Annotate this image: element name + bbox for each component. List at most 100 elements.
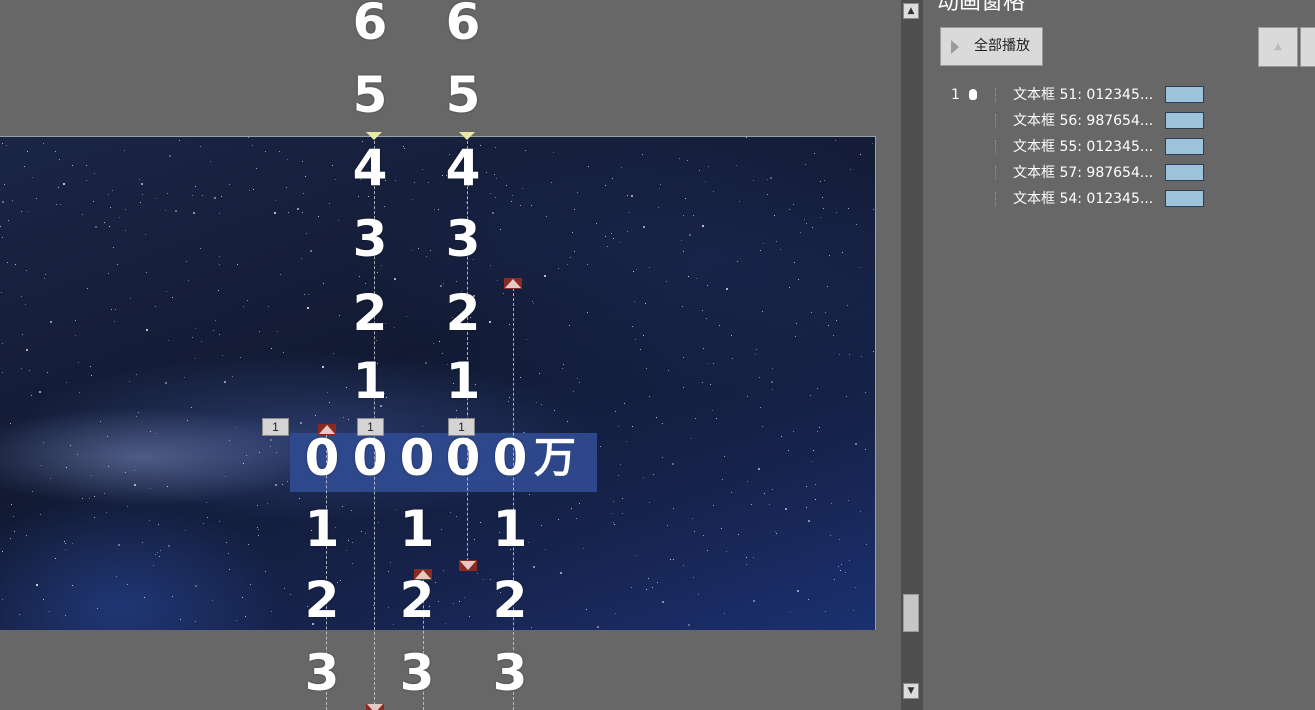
star-dot — [140, 202, 141, 203]
star-dot — [702, 382, 703, 383]
star-dot — [388, 607, 389, 608]
star-dot — [793, 204, 794, 205]
animation-label: 文本框 54: 012345... — [1013, 191, 1154, 207]
star-dot — [657, 582, 658, 583]
star-dot — [49, 611, 50, 612]
star-dot — [192, 195, 193, 196]
star-dot — [150, 431, 151, 432]
star-dot — [636, 555, 637, 556]
slide-editing-canvas[interactable]: 6 5 4 3 2 1 6 5 4 3 2 1 0 0 0 0 0 万 1 2 … — [0, 0, 901, 710]
star-dot — [546, 216, 547, 217]
animation-list-item[interactable]: 文本框 54: 012345... — [923, 187, 1315, 211]
star-dot — [78, 362, 79, 363]
digit: 6 — [352, 0, 388, 51]
star-dot — [873, 351, 874, 352]
star-dot — [332, 165, 333, 166]
play-all-button[interactable]: 全部播放 — [940, 27, 1043, 66]
star-dot — [828, 325, 829, 326]
scroll-up-arrow-icon[interactable]: ▲ — [903, 3, 919, 19]
star-dot — [395, 180, 396, 181]
star-dot — [849, 560, 850, 561]
star-dot — [683, 387, 684, 388]
star-dot — [252, 145, 253, 146]
star-dot — [453, 603, 454, 604]
star-dot — [195, 186, 196, 187]
animation-index: 1 — [951, 87, 960, 103]
star-dot — [708, 166, 709, 167]
star-dot — [763, 243, 764, 244]
star-dot — [770, 177, 772, 179]
star-dot — [155, 433, 156, 434]
star-dot — [130, 298, 131, 299]
star-dot — [158, 524, 159, 525]
star-dot — [109, 226, 110, 227]
star-dot — [430, 250, 431, 251]
animation-order-tag[interactable]: 1 — [262, 418, 289, 436]
star-dot — [539, 373, 540, 374]
star-dot — [759, 377, 760, 378]
timeline-bar[interactable] — [1165, 112, 1204, 129]
move-up-button[interactable]: ▲ — [1258, 27, 1298, 67]
animation-order-tag[interactable]: 1 — [357, 418, 384, 436]
star-dot — [104, 222, 105, 223]
motion-path-end-yellow-icon[interactable] — [459, 132, 475, 140]
timeline-bar[interactable] — [1165, 190, 1204, 207]
star-dot — [406, 316, 407, 317]
star-dot — [577, 192, 578, 193]
star-dot — [108, 466, 109, 467]
scroll-down-arrow-icon[interactable]: ▼ — [903, 683, 919, 699]
star-dot — [698, 594, 699, 595]
animation-list-item[interactable]: 文本框 57: 987654... — [923, 161, 1315, 185]
star-dot — [703, 535, 704, 536]
star-dot — [236, 427, 237, 428]
star-dot — [732, 358, 733, 359]
animation-list-item[interactable]: 1 文本框 51: 012345... — [923, 83, 1315, 107]
star-dot — [125, 209, 126, 210]
scrollbar-thumb[interactable] — [903, 594, 919, 632]
star-dot — [632, 326, 633, 327]
motion-path-end-yellow-icon[interactable] — [366, 132, 382, 140]
star-dot — [511, 201, 512, 202]
star-dot — [574, 209, 575, 210]
digit: 2 — [304, 571, 340, 629]
star-dot — [210, 161, 211, 162]
star-dot — [100, 421, 101, 422]
star-dot — [322, 366, 324, 368]
vertical-scrollbar[interactable]: ▲ ▼ — [901, 0, 921, 710]
star-dot — [307, 307, 309, 309]
star-dot — [775, 531, 776, 532]
star-dot — [246, 455, 247, 456]
animation-list-item[interactable]: 文本框 56: 987654... — [923, 109, 1315, 133]
star-dot — [755, 354, 756, 355]
star-dot — [93, 201, 94, 202]
star-dot — [520, 377, 521, 378]
star-dot — [806, 507, 807, 508]
star-dot — [195, 621, 196, 622]
star-dot — [572, 232, 573, 233]
animation-order-tag[interactable]: 1 — [448, 418, 475, 436]
star-dot — [200, 146, 201, 147]
star-dot — [22, 334, 23, 335]
star-dot — [40, 514, 41, 515]
star-dot — [492, 212, 494, 214]
star-dot — [688, 276, 689, 277]
star-dot — [115, 309, 116, 310]
animation-list-item[interactable]: 文本框 55: 012345... — [923, 135, 1315, 159]
star-dot — [563, 364, 564, 365]
star-dot — [111, 309, 112, 310]
move-down-button[interactable] — [1300, 27, 1315, 67]
star-dot — [335, 179, 336, 180]
star-dot — [275, 484, 277, 486]
star-dot — [90, 366, 91, 367]
star-dot — [136, 416, 137, 417]
timeline-bar[interactable] — [1165, 164, 1204, 181]
star-dot — [794, 262, 795, 263]
timeline-bar[interactable] — [1165, 86, 1204, 103]
timeline-bar[interactable] — [1165, 138, 1204, 155]
star-dot — [2, 237, 3, 238]
star-dot — [114, 321, 115, 322]
motion-path-arrow-up-icon — [414, 569, 432, 580]
star-dot — [229, 184, 230, 185]
slide-background-starfield[interactable] — [0, 136, 876, 630]
star-dot — [290, 594, 291, 595]
